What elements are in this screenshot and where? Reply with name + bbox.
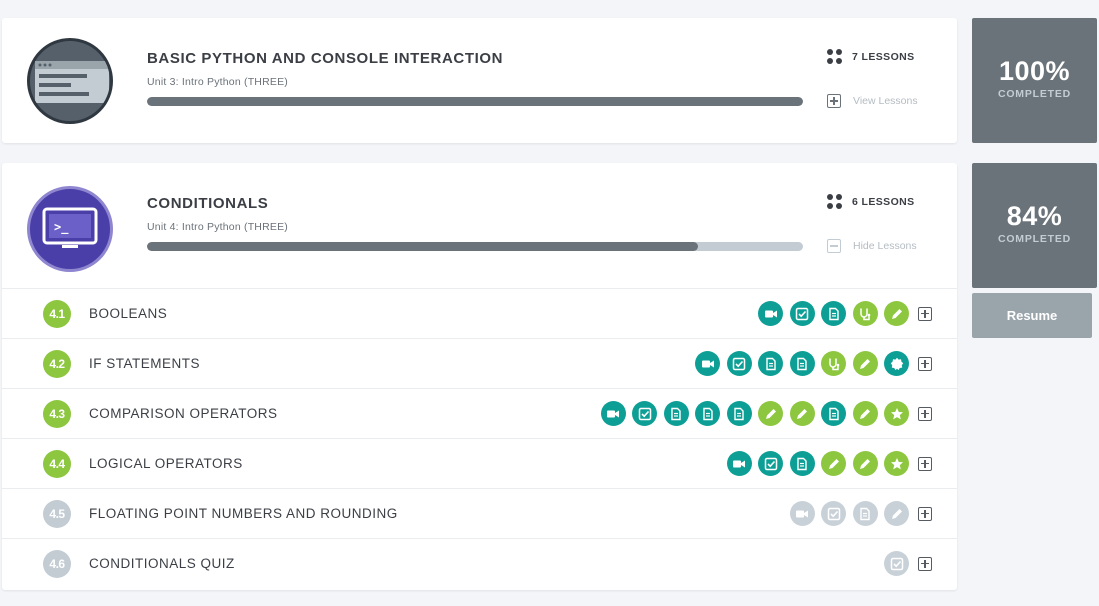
- expand-icon[interactable]: [918, 406, 932, 421]
- lesson-number-badge: 4.1: [43, 300, 71, 328]
- lesson-name[interactable]: IF STATEMENTS: [89, 356, 200, 371]
- lessons-count-label: 6 LESSONS: [852, 195, 915, 208]
- expand-icon: [827, 94, 841, 108]
- hide-lessons-toggle[interactable]: Hide Lessons: [827, 239, 917, 253]
- lesson-number-badge: 4.2: [43, 350, 71, 378]
- svg-text:>_: >_: [54, 220, 69, 235]
- video-icon[interactable]: [600, 401, 626, 426]
- unit-progress-fill: [147, 242, 699, 251]
- unit-card-conditionals: >_ CONDITIONALS Unit 4: Intro Python (TH…: [2, 163, 957, 590]
- pencil-icon[interactable]: [852, 451, 878, 476]
- lessons-grid-icon: [827, 49, 842, 64]
- unit-progress-bar: [147, 242, 803, 251]
- pencil-icon[interactable]: [821, 451, 846, 476]
- lesson-name[interactable]: BOOLEANS: [89, 306, 167, 321]
- doc-icon[interactable]: [726, 401, 752, 426]
- doc-icon[interactable]: [695, 401, 720, 426]
- completion-label: COMPLETED: [997, 233, 1072, 245]
- lesson-name[interactable]: COMPARISON OPERATORS: [89, 406, 278, 421]
- lesson-number-badge: 4.4: [43, 450, 71, 478]
- expand-icon[interactable]: [918, 556, 932, 571]
- lesson-number-badge: 4.6: [43, 550, 71, 578]
- check-icon[interactable]: [726, 351, 752, 376]
- lessons-count: 6 LESSONS: [827, 194, 915, 209]
- lesson-number-badge: 4.3: [43, 400, 71, 428]
- star-icon[interactable]: [884, 401, 909, 426]
- doc-icon[interactable]: [758, 351, 783, 376]
- lesson-row[interactable]: 4.1 BOOLEANS: [2, 288, 957, 338]
- doc-icon[interactable]: [789, 451, 815, 476]
- video-icon[interactable]: [726, 451, 752, 476]
- console-window-icon: [35, 61, 109, 103]
- pencil-icon[interactable]: [852, 351, 878, 376]
- expand-icon[interactable]: [918, 456, 932, 471]
- activity-icons: [752, 301, 932, 326]
- video-icon[interactable]: [789, 501, 815, 526]
- terminal-monitor-icon: >_: [42, 207, 98, 248]
- doc-icon[interactable]: [663, 401, 689, 426]
- pencil-icon[interactable]: [758, 401, 783, 426]
- completion-percent: 100%: [998, 56, 1071, 86]
- pencil-icon[interactable]: [789, 401, 815, 426]
- badge-icon[interactable]: [884, 351, 909, 376]
- check-icon[interactable]: [884, 551, 909, 576]
- view-lessons-toggle[interactable]: View Lessons: [827, 94, 918, 108]
- completion-percent: 84%: [1006, 201, 1063, 231]
- activity-icons: [689, 351, 932, 376]
- lesson-row[interactable]: 4.4 LOGICAL OPERATORS: [2, 438, 957, 488]
- doc-icon[interactable]: [789, 351, 815, 376]
- unit-progress-bar: [147, 97, 803, 106]
- activity-icons: [594, 401, 932, 426]
- unit-title[interactable]: CONDITIONALS: [147, 195, 268, 212]
- lesson-row[interactable]: 4.5 FLOATING POINT NUMBERS AND ROUNDING: [2, 488, 957, 538]
- completion-label: COMPLETED: [997, 88, 1072, 100]
- pencil-icon[interactable]: [884, 301, 909, 326]
- lessons-count: 7 LESSONS: [827, 49, 915, 64]
- unit-card-basic-python: BASIC PYTHON AND CONSOLE INTERACTION Uni…: [2, 18, 957, 143]
- doc-icon[interactable]: [852, 501, 878, 526]
- expand-icon[interactable]: [918, 356, 932, 371]
- lessons-count-label: 7 LESSONS: [852, 50, 915, 63]
- doc-icon[interactable]: [821, 301, 846, 326]
- unit-title[interactable]: BASIC PYTHON AND CONSOLE INTERACTION: [147, 50, 503, 67]
- doc-icon[interactable]: [821, 401, 846, 426]
- collapse-icon: [827, 239, 841, 253]
- lessons-grid-icon: [827, 194, 842, 209]
- check-icon[interactable]: [632, 401, 657, 426]
- lesson-name[interactable]: LOGICAL OPERATORS: [89, 456, 243, 471]
- lab-icon[interactable]: [852, 301, 878, 326]
- unit-progress-fill: [147, 97, 803, 106]
- video-icon[interactable]: [758, 301, 783, 326]
- view-lessons-label: View Lessons: [853, 95, 918, 107]
- expand-icon[interactable]: [918, 506, 932, 521]
- activity-icons: [720, 451, 932, 476]
- check-icon[interactable]: [821, 501, 846, 526]
- resume-button[interactable]: Resume: [972, 293, 1092, 338]
- expand-icon[interactable]: [918, 306, 932, 321]
- pencil-icon[interactable]: [852, 401, 878, 426]
- unit-subtitle: Unit 4: Intro Python (THREE): [147, 221, 288, 233]
- check-icon[interactable]: [789, 301, 815, 326]
- unit-avatar-console-icon: [27, 38, 113, 124]
- activity-icons: [878, 551, 932, 576]
- unit-subtitle: Unit 3: Intro Python (THREE): [147, 76, 288, 88]
- hide-lessons-label: Hide Lessons: [853, 240, 917, 252]
- star-icon[interactable]: [884, 451, 909, 476]
- lesson-name[interactable]: FLOATING POINT NUMBERS AND ROUNDING: [89, 506, 398, 521]
- lesson-number-badge: 4.5: [43, 500, 71, 528]
- unit-avatar-terminal-icon: >_: [27, 186, 113, 272]
- lesson-row[interactable]: 4.2 IF STATEMENTS: [2, 338, 957, 388]
- pencil-icon[interactable]: [884, 501, 909, 526]
- activity-icons: [783, 501, 932, 526]
- lesson-row[interactable]: 4.6 CONDITIONALS QUIZ: [2, 538, 957, 588]
- lesson-name[interactable]: CONDITIONALS QUIZ: [89, 556, 235, 571]
- unit-completion-badge: 84% COMPLETED: [972, 163, 1097, 288]
- check-icon[interactable]: [758, 451, 783, 476]
- video-icon[interactable]: [695, 351, 720, 376]
- lab-icon[interactable]: [821, 351, 846, 376]
- unit-completion-badge: 100% COMPLETED: [972, 18, 1097, 143]
- lesson-row[interactable]: 4.3 COMPARISON OPERATORS: [2, 388, 957, 438]
